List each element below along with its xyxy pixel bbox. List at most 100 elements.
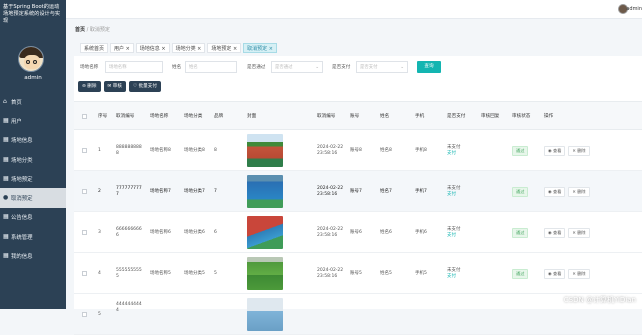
avatar[interactable] — [18, 46, 44, 72]
delete-button[interactable]: ⊖ 删除 — [78, 81, 101, 92]
status-badge: 通过 — [512, 227, 529, 238]
table-row[interactable]: 5 4444444444 — [74, 294, 642, 335]
cell-cover — [247, 130, 283, 171]
view-button[interactable]: ◉ 查看 — [544, 268, 566, 279]
delete-label: 删除 — [577, 229, 586, 235]
sidebar-item-system[interactable]: ▦ 系统管理 — [0, 227, 66, 246]
view-button[interactable]: ◉ 查看 — [544, 186, 566, 197]
batch-pay-button[interactable]: ♡ 批量支付 — [129, 81, 161, 92]
chevron-down-icon: ⌄ — [400, 65, 404, 70]
delete-row-button[interactable]: ✕ 删除 — [568, 186, 590, 197]
sidebar-item-users[interactable]: ▦ 用户 — [0, 111, 66, 130]
venue-name-label: 场地名称 — [80, 65, 99, 70]
sidebar-item-my-info[interactable]: ▦ 我的信息 — [0, 246, 66, 265]
row-checkbox[interactable] — [82, 189, 87, 194]
view-label: 查看 — [553, 270, 562, 276]
user-icon: ● — [3, 194, 9, 202]
table-row[interactable]: 3 6666666666 场地名称6 场地分类6 6 2024-02-22 23… — [74, 212, 642, 253]
approved-select-value: 是否通过 — [275, 65, 293, 70]
cover-image[interactable] — [247, 216, 283, 249]
venue-name-input[interactable]: 场地名称 — [105, 61, 163, 73]
cell-time-text: 2024-02-22 23:58:16 — [317, 144, 344, 156]
tab-venue-category[interactable]: 场地分类 × — [171, 43, 206, 53]
view-label: 查看 — [553, 188, 562, 194]
sidebar-item-cancel-booking[interactable]: ● 取消预定 — [0, 188, 66, 208]
cell-index: 2 — [98, 188, 101, 194]
table-row[interactable]: 1 8888888888 场地名称8 场地分类8 8 2024-02-22 23… — [74, 130, 642, 171]
cell-actions: ◉ 查看 ✕ 删除 — [544, 253, 593, 294]
row-checkbox[interactable] — [82, 312, 87, 317]
top-username[interactable]: admin — [626, 6, 642, 12]
sidebar-item-notice[interactable]: ▦ 公告信息 — [0, 208, 66, 227]
cell-status: 通过 — [512, 212, 529, 253]
col-phone: 手机 — [415, 113, 425, 119]
approved-select[interactable]: 是否通过 ⌄ — [271, 61, 323, 73]
sidebar-item-venue-category[interactable]: ▦ 场地分类 — [0, 150, 66, 169]
cell-phone: 手机5 — [415, 270, 427, 276]
home-icon: ⌂ — [3, 97, 7, 105]
row-select-cell — [82, 253, 87, 294]
tab-cancel-booking[interactable]: 取消预定 × — [243, 43, 277, 53]
sidebar-item-label: 场地预定 — [11, 176, 33, 183]
name-input[interactable]: 姓名 — [185, 61, 237, 73]
tab-venue-info[interactable]: 场地信息 × — [135, 43, 170, 53]
view-button[interactable]: ◉ 查看 — [544, 145, 566, 156]
cell-status: 通过 — [512, 130, 529, 171]
view-label: 查看 — [553, 229, 562, 235]
table-header: 序号 取消编号 场地名称 场地分类 品牌 封面 取消编号 账号 姓名 手机 是否… — [74, 101, 642, 130]
cover-image[interactable] — [247, 134, 283, 167]
pay-link[interactable]: 支付 — [447, 192, 461, 198]
sidebar-item-label: 我的信息 — [11, 254, 33, 261]
cell-code-text: 4444444444 — [116, 302, 142, 313]
col-status: 审核状态 — [512, 113, 531, 119]
status-badge: 通过 — [512, 145, 529, 156]
row-checkbox[interactable] — [82, 230, 87, 235]
breadcrumb-home[interactable]: 首页 — [75, 27, 85, 33]
delete-row-button[interactable]: ✕ 删除 — [568, 227, 590, 238]
tab-venue-booking[interactable]: 场地预定 × — [207, 43, 242, 53]
row-checkbox[interactable] — [82, 271, 87, 276]
avatar-eye-left — [26, 60, 30, 64]
paid-select[interactable]: 是否支付 ⌄ — [356, 61, 408, 73]
cell-code: 4444444444 — [116, 294, 142, 335]
delete-row-button[interactable]: ✕ 删除 — [568, 145, 590, 156]
cell-actions: ◉ 查看 ✕ 删除 — [544, 130, 593, 171]
sidebar-item-label: 取消预定 — [11, 196, 33, 203]
search-bar: 场地名称 场地名称 姓名 姓名 是否通过 是否通过 ⌄ 是否支付 是否支付 ⌄ 查询 — [80, 61, 640, 73]
cell-brand: 8 — [214, 147, 217, 153]
tab-home[interactable]: 系统首页 — [80, 43, 109, 53]
pay-link[interactable]: 支付 — [447, 233, 461, 239]
table-row[interactable]: 4 5555555555 场地名称5 场地分类5 5 2024-02-22 23… — [74, 253, 642, 294]
tab-users[interactable]: 用户 × — [110, 43, 134, 53]
sidebar-item-label: 公告信息 — [11, 215, 33, 222]
col-actions: 操作 — [544, 113, 554, 119]
table-row[interactable]: 2 7777777777 场地名称7 场地分类7 7 2024-02-22 23… — [74, 171, 642, 212]
delete-label: 删除 — [577, 147, 586, 153]
cell-name: 姓名8 — [380, 147, 392, 153]
sidebar-item-venue-booking[interactable]: ▦ 场地预定 — [0, 169, 66, 188]
app-title: 基于Spring Boot的运动场地预定系统的设计与实现 — [3, 4, 61, 24]
cell-venue-category: 场地分类5 — [184, 270, 205, 276]
cell-venue-name: 场地名称5 — [150, 270, 171, 276]
row-checkbox[interactable] — [82, 148, 87, 153]
cell-venue-category: 场地分类6 — [184, 229, 205, 235]
delete-label: 删除 — [577, 270, 586, 276]
status-badge: 通过 — [512, 186, 529, 197]
select-all-checkbox[interactable] — [82, 114, 87, 119]
pay-link[interactable]: 支付 — [447, 151, 461, 157]
audit-button[interactable]: ✉ 审核 — [103, 81, 126, 92]
cell-venue-name: 场地名称6 — [150, 229, 171, 235]
sidebar-item-venue-info[interactable]: ▦ 场地信息 — [0, 131, 66, 150]
cover-image[interactable] — [247, 298, 283, 331]
search-button[interactable]: 查询 — [417, 61, 441, 73]
delete-row-button[interactable]: ✕ 删除 — [568, 268, 590, 279]
grid-icon: ▦ — [3, 155, 9, 163]
cover-image[interactable] — [247, 175, 283, 208]
cell-name: 姓名5 — [380, 270, 392, 276]
view-button[interactable]: ◉ 查看 — [544, 227, 566, 238]
pay-link[interactable]: 支付 — [447, 274, 461, 280]
sidebar-item-home[interactable]: ⌂ 首页 — [0, 92, 66, 111]
cover-image[interactable] — [247, 257, 283, 290]
cell-phone: 手机8 — [415, 147, 427, 153]
cell-brand: 5 — [214, 270, 217, 276]
